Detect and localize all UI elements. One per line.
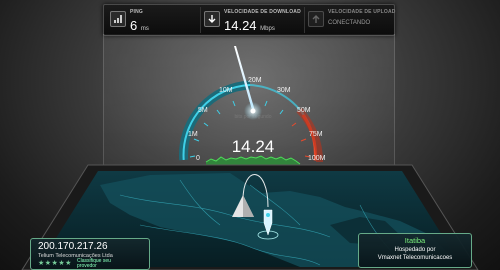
speed-readout: 14.24 [232, 137, 275, 156]
download-label: VELOCIDADE DE DOWNLOAD [224, 9, 301, 15]
ping-icon [110, 11, 126, 27]
server-provider: Vmaxnet Telecomunicacoes [377, 255, 453, 261]
scale-label-20m: 20M [248, 77, 262, 84]
scale-label-30m: 30M [277, 87, 291, 94]
scale-label-10m: 10M [219, 87, 233, 94]
client-ip: 200.170.217.26 [38, 241, 108, 252]
download-arrow-icon [204, 11, 220, 27]
scale-label-1m: 1M [188, 131, 198, 138]
scale-label-5m: 5M [198, 107, 208, 114]
ping-label: PING [130, 9, 144, 15]
speed-gauge: 0 1M 5M 10M 20M 30M 50M 75M 100M bits po… [179, 46, 326, 166]
server-city: Itatiba [404, 236, 426, 245]
upload-label: VELOCIDADE DE UPLOAD [328, 9, 396, 15]
server-hosted-by: Hospedado por [394, 247, 436, 253]
rating-stars[interactable]: ★★★★★ [38, 259, 72, 267]
server-info-box: Itatiba Hospedado por Vmaxnet Telecomuni… [358, 233, 472, 268]
scale-label-75m: 75M [309, 131, 323, 138]
needle-hub [250, 108, 256, 114]
scale-label-50m: 50M [297, 107, 311, 114]
rate-isp-link[interactable]: Classifique seu provedor [77, 259, 111, 269]
upload-status: CONECTANDO [328, 20, 371, 26]
upload-arrow-icon [308, 11, 324, 27]
client-info-box: 200.170.217.26 Telium Telecomunicações L… [30, 238, 150, 270]
